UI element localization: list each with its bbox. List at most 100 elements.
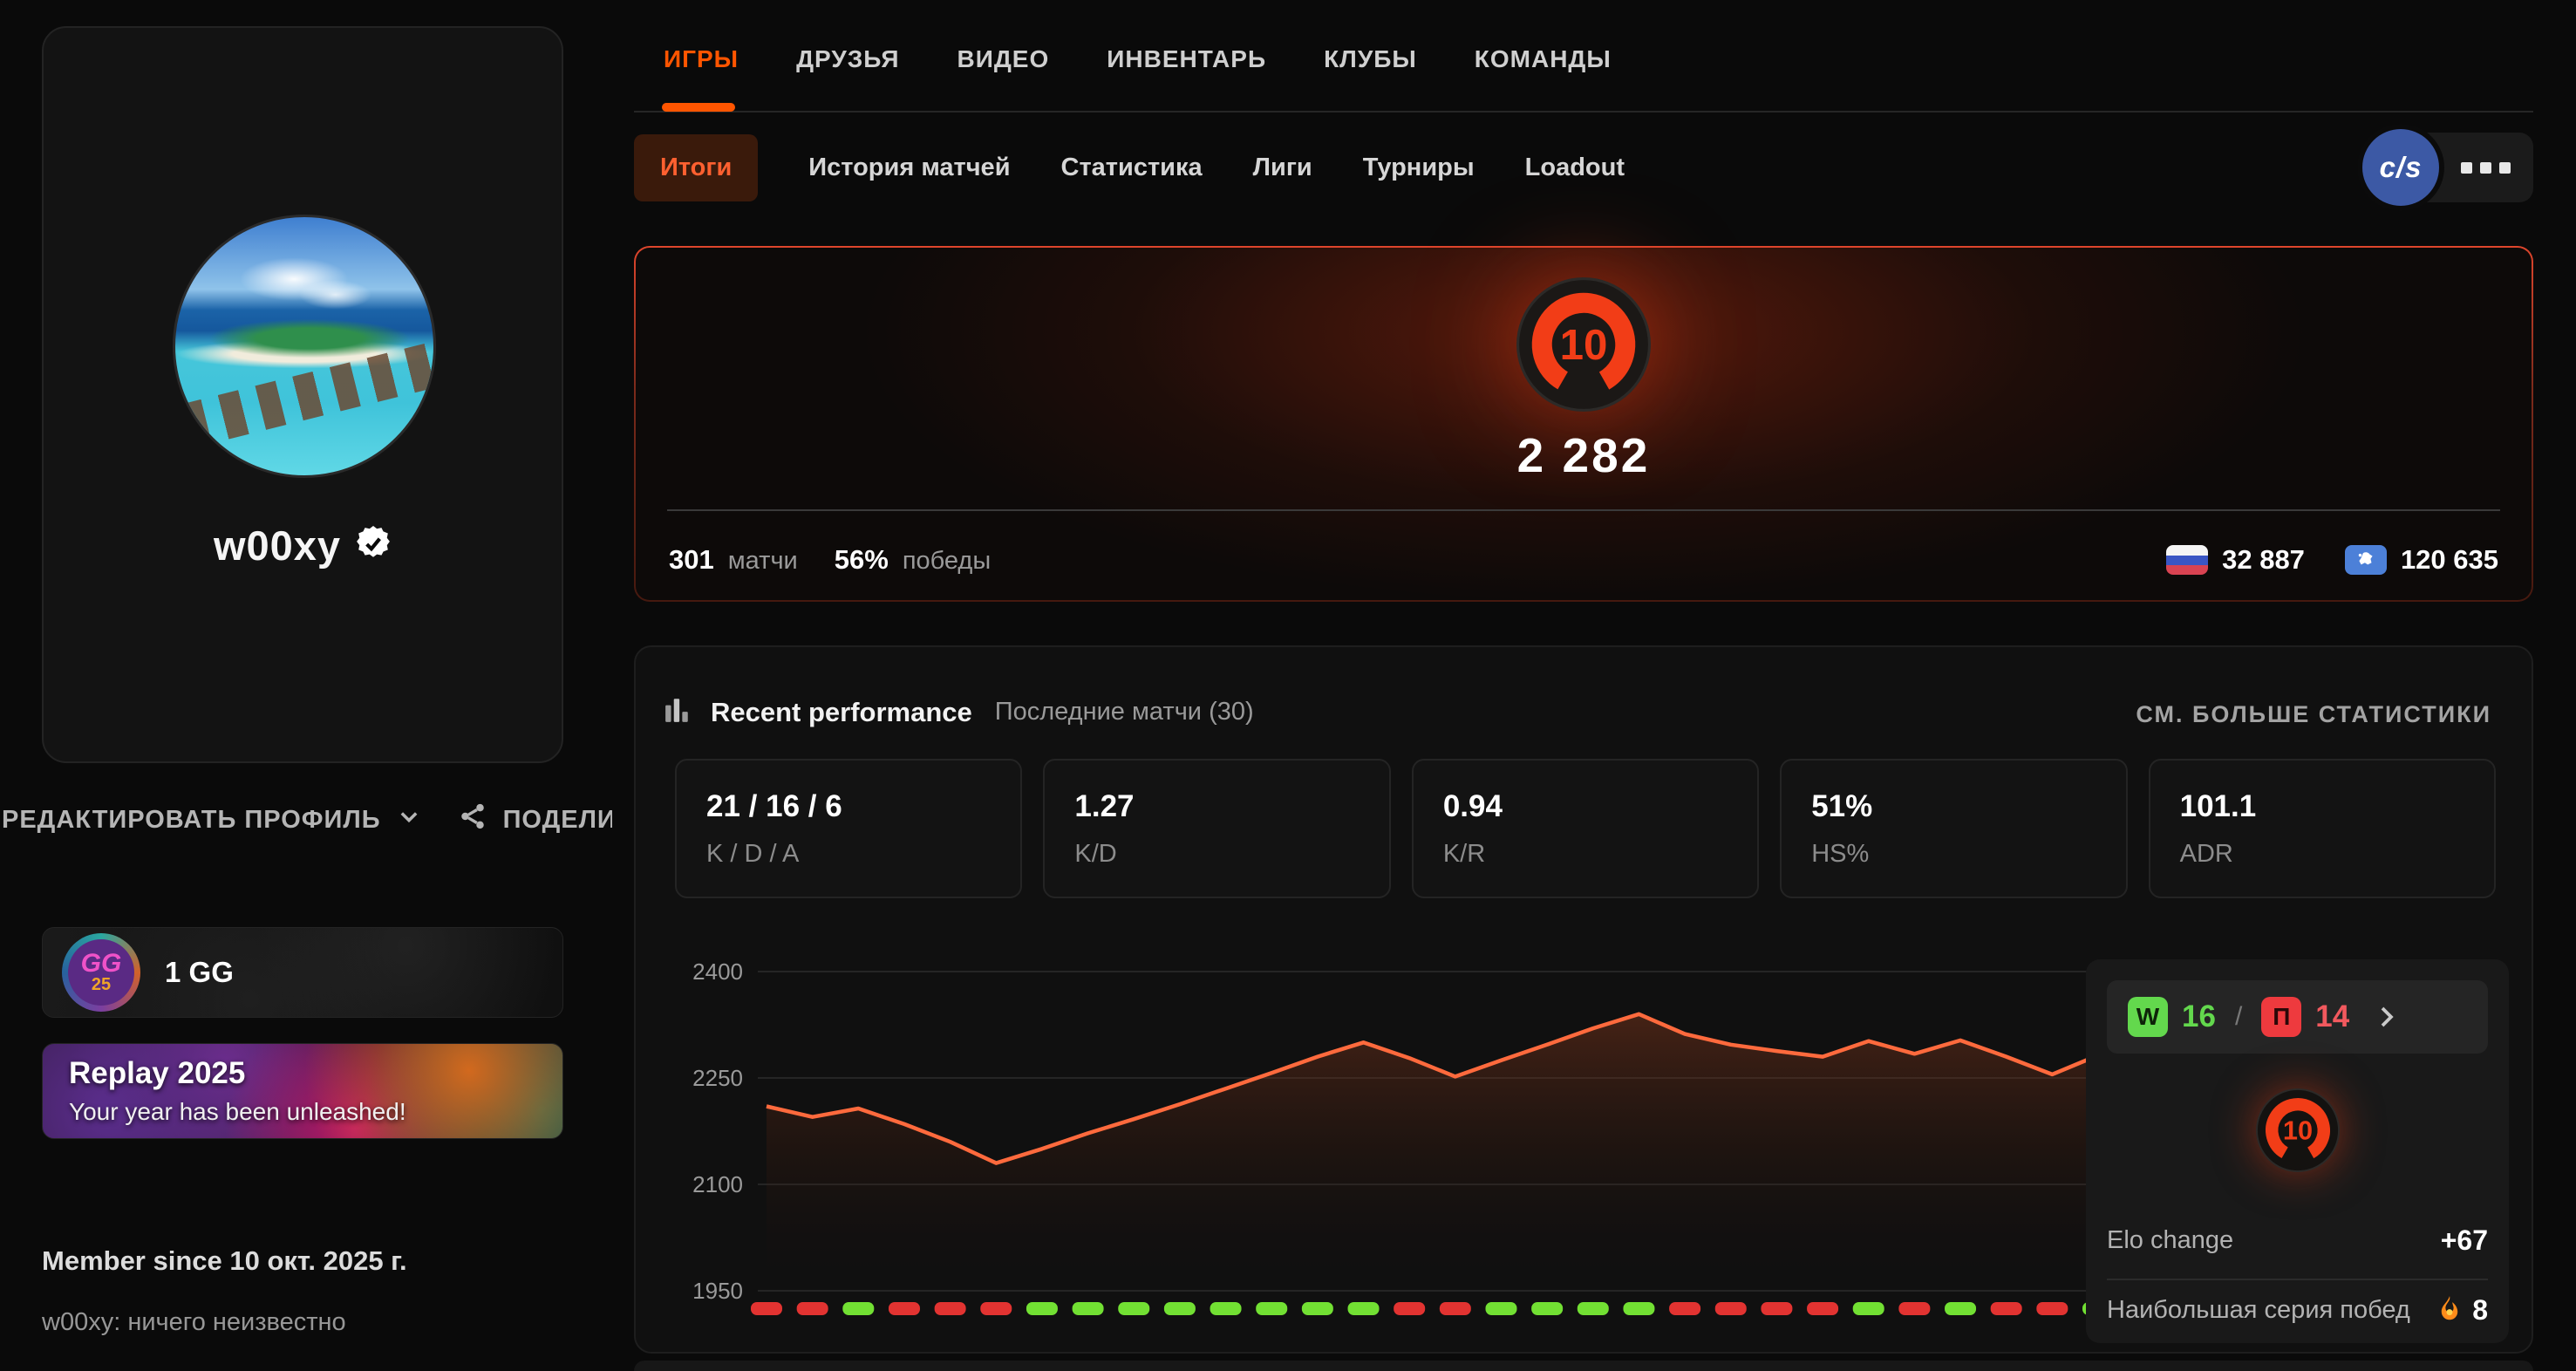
elo-history-chart: 2400 2250 2100 1950 xyxy=(675,935,2123,1336)
win-streak-label: Наибольшая серия побед xyxy=(2107,1296,2410,1325)
win-loss-summary[interactable]: W 16 / П 14 xyxy=(2107,980,2488,1054)
kr-value: 0.94 xyxy=(1443,789,1728,824)
stat-card-adr: 101.1 ADR xyxy=(2149,759,2496,898)
kda-label: K / D / A xyxy=(706,840,991,869)
svg-text:2100: 2100 xyxy=(692,1171,743,1197)
kda-value: 21 / 16 / 6 xyxy=(706,789,991,824)
europe-region-icon xyxy=(2345,545,2387,575)
active-tab-underline xyxy=(662,103,735,112)
stat-card-hs: 51% HS% xyxy=(1780,759,2127,898)
svg-text:10: 10 xyxy=(1560,321,1608,369)
edit-profile-label: РЕДАКТИРОВАТЬ ПРОФИЛЬ xyxy=(2,806,381,835)
stat-cards-row: 21 / 16 / 6 K / D / A 1.27 K/D 0.94 K/R … xyxy=(675,759,2496,898)
tab-friends[interactable]: ДРУЗЬЯ xyxy=(796,45,899,73)
top-tabs: ИГРЫ ДРУЗЬЯ ВИДЕО ИНВЕНТАРЬ КЛУБЫ КОМАНД… xyxy=(664,45,1612,73)
bar-chart-icon xyxy=(664,696,692,728)
wins-count: 16 xyxy=(2182,999,2216,1034)
adr-value: 101.1 xyxy=(2180,789,2464,824)
matches-winrate: 301 матчи 56% победы xyxy=(669,544,991,576)
chevron-down-icon xyxy=(397,804,421,836)
chevron-right-icon xyxy=(2375,1004,2398,1030)
see-more-stats-link[interactable]: СМ. БОЛЬШЕ СТАТИСТИКИ xyxy=(2136,701,2491,728)
elo-change-label: Elo change xyxy=(2107,1226,2233,1255)
subtab-match-history[interactable]: История матчей xyxy=(808,153,1010,182)
verified-badge-icon xyxy=(355,525,392,566)
profile-card: w00xy xyxy=(42,26,563,763)
tab-clubs[interactable]: КЛУБЫ xyxy=(1324,45,1417,73)
losses-count: 14 xyxy=(2315,999,2349,1034)
svg-text:10: 10 xyxy=(2282,1115,2312,1146)
edit-profile-button[interactable]: РЕДАКТИРОВАТЬ ПРОФИЛЬ xyxy=(2,804,421,836)
fire-icon xyxy=(2437,1295,2462,1326)
cs2-game-icon[interactable]: c/s xyxy=(2362,129,2439,206)
replay-title: Replay 2025 xyxy=(69,1056,245,1091)
stat-card-kd: 1.27 K/D xyxy=(1043,759,1390,898)
subtab-leagues[interactable]: Лиги xyxy=(1253,153,1312,182)
elo-change-row: Elo change +67 xyxy=(2107,1224,2488,1257)
kd-label: K/D xyxy=(1074,840,1359,869)
subtab-loadout[interactable]: Loadout xyxy=(1525,153,1625,182)
tabs-divider xyxy=(634,111,2533,113)
svg-text:1950: 1950 xyxy=(692,1278,743,1304)
match-summary-panel: W 16 / П 14 10 Elo xyxy=(2086,959,2509,1343)
win-badge: W xyxy=(2128,997,2168,1037)
faceit-profile-page: w00xy РЕДАКТИРОВАТЬ ПРОФИЛЬ ПОДЕЛИТЬСЯ G… xyxy=(0,0,2576,1371)
tab-teams[interactable]: КОМАНДЫ xyxy=(1475,45,1612,73)
member-since: Member since 10 окт. 2025 г. xyxy=(42,1245,407,1277)
share-label: ПОДЕЛИТЬСЯ xyxy=(503,806,612,835)
stat-card-kr: 0.94 K/R xyxy=(1412,759,1759,898)
loss-badge: П xyxy=(2261,997,2301,1037)
kr-label: K/R xyxy=(1443,840,1728,869)
matches-label: матчи xyxy=(728,547,798,576)
gg-badge-year: 25 xyxy=(92,976,111,993)
matches-count: 301 xyxy=(669,544,714,576)
panel-divider xyxy=(2107,1279,2488,1280)
performance-title: Recent performance xyxy=(711,697,972,728)
region-rank: 120 635 xyxy=(2401,544,2498,576)
elo-panel-border: 10 2 282 301 матчи 56% победы 32 887 xyxy=(634,246,2533,602)
elo-panel: 10 2 282 301 матчи 56% победы 32 887 xyxy=(636,248,2532,600)
subtab-summary[interactable]: Итоги xyxy=(634,134,758,201)
gg-banner[interactable]: GG 25 1 GG xyxy=(42,927,563,1018)
ellipsis-icon xyxy=(2461,162,2472,174)
win-streak-value: 8 xyxy=(2472,1294,2488,1327)
gg25-badge-icon: GG 25 xyxy=(62,933,140,1012)
gg-badge-text: GG xyxy=(81,952,122,976)
elo-divider xyxy=(667,509,2500,511)
elo-bottom-row: 301 матчи 56% победы 32 887 120 635 xyxy=(669,532,2498,588)
win-streak-row: Наибольшая серия побед 8 xyxy=(2107,1294,2488,1327)
hs-value: 51% xyxy=(1811,789,2096,824)
svg-text:2400: 2400 xyxy=(692,958,743,985)
tab-video[interactable]: ВИДЕО xyxy=(957,45,1050,73)
sub-tabs: Итоги История матчей Статистика Лиги Тур… xyxy=(634,131,1625,204)
share-icon xyxy=(458,801,487,838)
username: w00xy xyxy=(214,522,341,570)
performance-subtitle: Последние матчи (30) xyxy=(995,698,1254,726)
winrate-label: победы xyxy=(903,547,991,576)
avatar xyxy=(173,215,436,478)
svg-text:2250: 2250 xyxy=(692,1065,743,1091)
skill-level-10-icon: 10 xyxy=(1516,277,1651,412)
skill-level-10-mini-icon: 10 xyxy=(2256,1088,2340,1172)
next-section-edge xyxy=(634,1361,2533,1371)
separator: / xyxy=(2235,1002,2242,1032)
winrate-value: 56% xyxy=(835,544,889,576)
tab-inventory[interactable]: ИНВЕНТАРЬ xyxy=(1107,45,1266,73)
profile-name-row: w00xy xyxy=(44,522,562,570)
share-button[interactable]: ПОДЕЛИТЬСЯ xyxy=(458,801,612,838)
subtab-statistics[interactable]: Статистика xyxy=(1061,153,1203,182)
stat-card-kda: 21 / 16 / 6 K / D / A xyxy=(675,759,1022,898)
hs-label: HS% xyxy=(1811,840,2096,869)
gg-count-label: 1 GG xyxy=(165,956,234,989)
profile-actions-row: РЕДАКТИРОВАТЬ ПРОФИЛЬ ПОДЕЛИТЬСЯ xyxy=(2,795,612,844)
tab-games[interactable]: ИГРЫ xyxy=(664,45,739,73)
performance-header: Recent performance Последние матчи (30) xyxy=(664,696,1254,728)
replay-subtitle: Your year has been unleashed! xyxy=(69,1098,406,1126)
russia-flag-icon xyxy=(2166,545,2208,575)
replay-2025-banner[interactable]: Replay 2025 Your year has been unleashed… xyxy=(42,1043,563,1139)
subtab-tournaments[interactable]: Турниры xyxy=(1363,153,1475,182)
kd-value: 1.27 xyxy=(1074,789,1359,824)
profile-bio: w00xy: ничего неизвестно xyxy=(42,1308,346,1337)
adr-label: ADR xyxy=(2180,840,2464,869)
main-content: ИГРЫ ДРУЗЬЯ ВИДЕО ИНВЕНТАРЬ КЛУБЫ КОМАНД… xyxy=(634,0,2533,1371)
